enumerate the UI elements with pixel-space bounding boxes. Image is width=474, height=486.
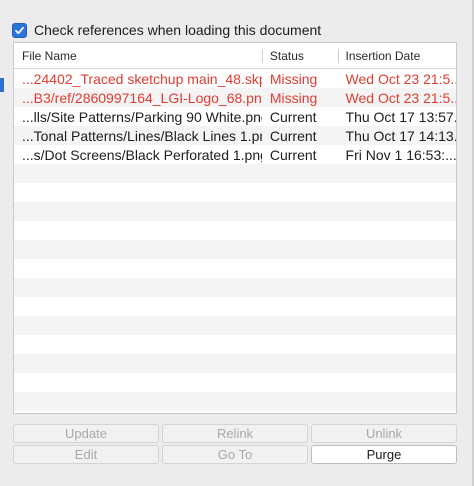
empty-row[interactable] bbox=[14, 183, 456, 202]
status-cell: Current bbox=[269, 127, 317, 144]
column-header-insertion-date[interactable]: Insertion Date bbox=[337, 43, 456, 68]
empty-row[interactable] bbox=[14, 392, 456, 411]
checkmark-icon bbox=[15, 26, 24, 34]
relink-button[interactable]: Relink bbox=[162, 424, 308, 443]
empty-row[interactable] bbox=[14, 411, 456, 413]
empty-row[interactable] bbox=[14, 164, 456, 183]
selection-marker bbox=[0, 78, 4, 92]
table-row[interactable]: ...s/Dot Screens/Black Perforated 1.png C… bbox=[14, 145, 456, 164]
file-name-cell: ...lls/Site Patterns/Parking 90 White.pn… bbox=[22, 108, 262, 125]
check-references-checkbox[interactable] bbox=[12, 22, 27, 38]
insertion-date-cell: Wed Oct 23 21:5... bbox=[345, 70, 456, 87]
status-cell: Current bbox=[269, 146, 317, 163]
edit-button[interactable]: Edit bbox=[13, 445, 159, 464]
references-panel: Check references when loading this docum… bbox=[0, 0, 474, 486]
table-row[interactable]: ...Tonal Patterns/Lines/Black Lines 1.pn… bbox=[14, 126, 456, 145]
action-buttons: Update Relink Unlink Edit Go To Purge bbox=[13, 424, 457, 464]
file-name-cell: ...24402_Traced sketchup main_48.skp bbox=[22, 70, 262, 87]
empty-row[interactable] bbox=[14, 221, 456, 240]
table-row[interactable]: ...B3/ref/2860997164_LGI-Logo_68.png Miss… bbox=[14, 88, 456, 107]
file-name-cell: ...s/Dot Screens/Black Perforated 1.png bbox=[22, 146, 262, 163]
empty-row[interactable] bbox=[14, 373, 456, 392]
empty-row[interactable] bbox=[14, 259, 456, 278]
unlink-button[interactable]: Unlink bbox=[311, 424, 457, 443]
check-references-label: Check references when loading this docum… bbox=[34, 22, 322, 38]
empty-row[interactable] bbox=[14, 297, 456, 316]
insertion-date-cell: Thu Oct 17 14:13... bbox=[345, 127, 456, 144]
file-name-cell: ...Tonal Patterns/Lines/Black Lines 1.pn… bbox=[22, 127, 262, 144]
references-table[interactable]: File Name Status Insertion Date ...24402… bbox=[13, 42, 457, 414]
purge-button[interactable]: Purge bbox=[311, 445, 457, 464]
table-row[interactable]: ...lls/Site Patterns/Parking 90 White.pn… bbox=[14, 107, 456, 126]
status-cell: Missing bbox=[269, 89, 318, 106]
file-name-cell: ...B3/ref/2860997164_LGI-Logo_68.png bbox=[22, 89, 262, 106]
check-references-row[interactable]: Check references when loading this docum… bbox=[12, 20, 321, 40]
empty-row[interactable] bbox=[14, 240, 456, 259]
insertion-date-cell: Wed Oct 23 21:5... bbox=[345, 89, 456, 106]
empty-row[interactable] bbox=[14, 354, 456, 373]
column-header-file-name[interactable]: File Name bbox=[14, 43, 262, 68]
empty-row[interactable] bbox=[14, 316, 456, 335]
table-row[interactable]: ...24402_Traced sketchup main_48.skp Miss… bbox=[14, 69, 456, 88]
status-cell: Current bbox=[269, 108, 317, 125]
insertion-date-cell: Fri Nov 1 16:53:... bbox=[345, 146, 456, 163]
table-header: File Name Status Insertion Date bbox=[14, 43, 456, 69]
empty-row[interactable] bbox=[14, 202, 456, 221]
insertion-date-cell: Thu Oct 17 13:57... bbox=[345, 108, 456, 125]
table-body: ...24402_Traced sketchup main_48.skp Miss… bbox=[14, 69, 456, 413]
empty-row[interactable] bbox=[14, 335, 456, 354]
goto-button[interactable]: Go To bbox=[162, 445, 308, 464]
update-button[interactable]: Update bbox=[13, 424, 159, 443]
empty-row[interactable] bbox=[14, 278, 456, 297]
column-header-status[interactable]: Status bbox=[261, 43, 338, 68]
status-cell: Missing bbox=[269, 70, 318, 87]
